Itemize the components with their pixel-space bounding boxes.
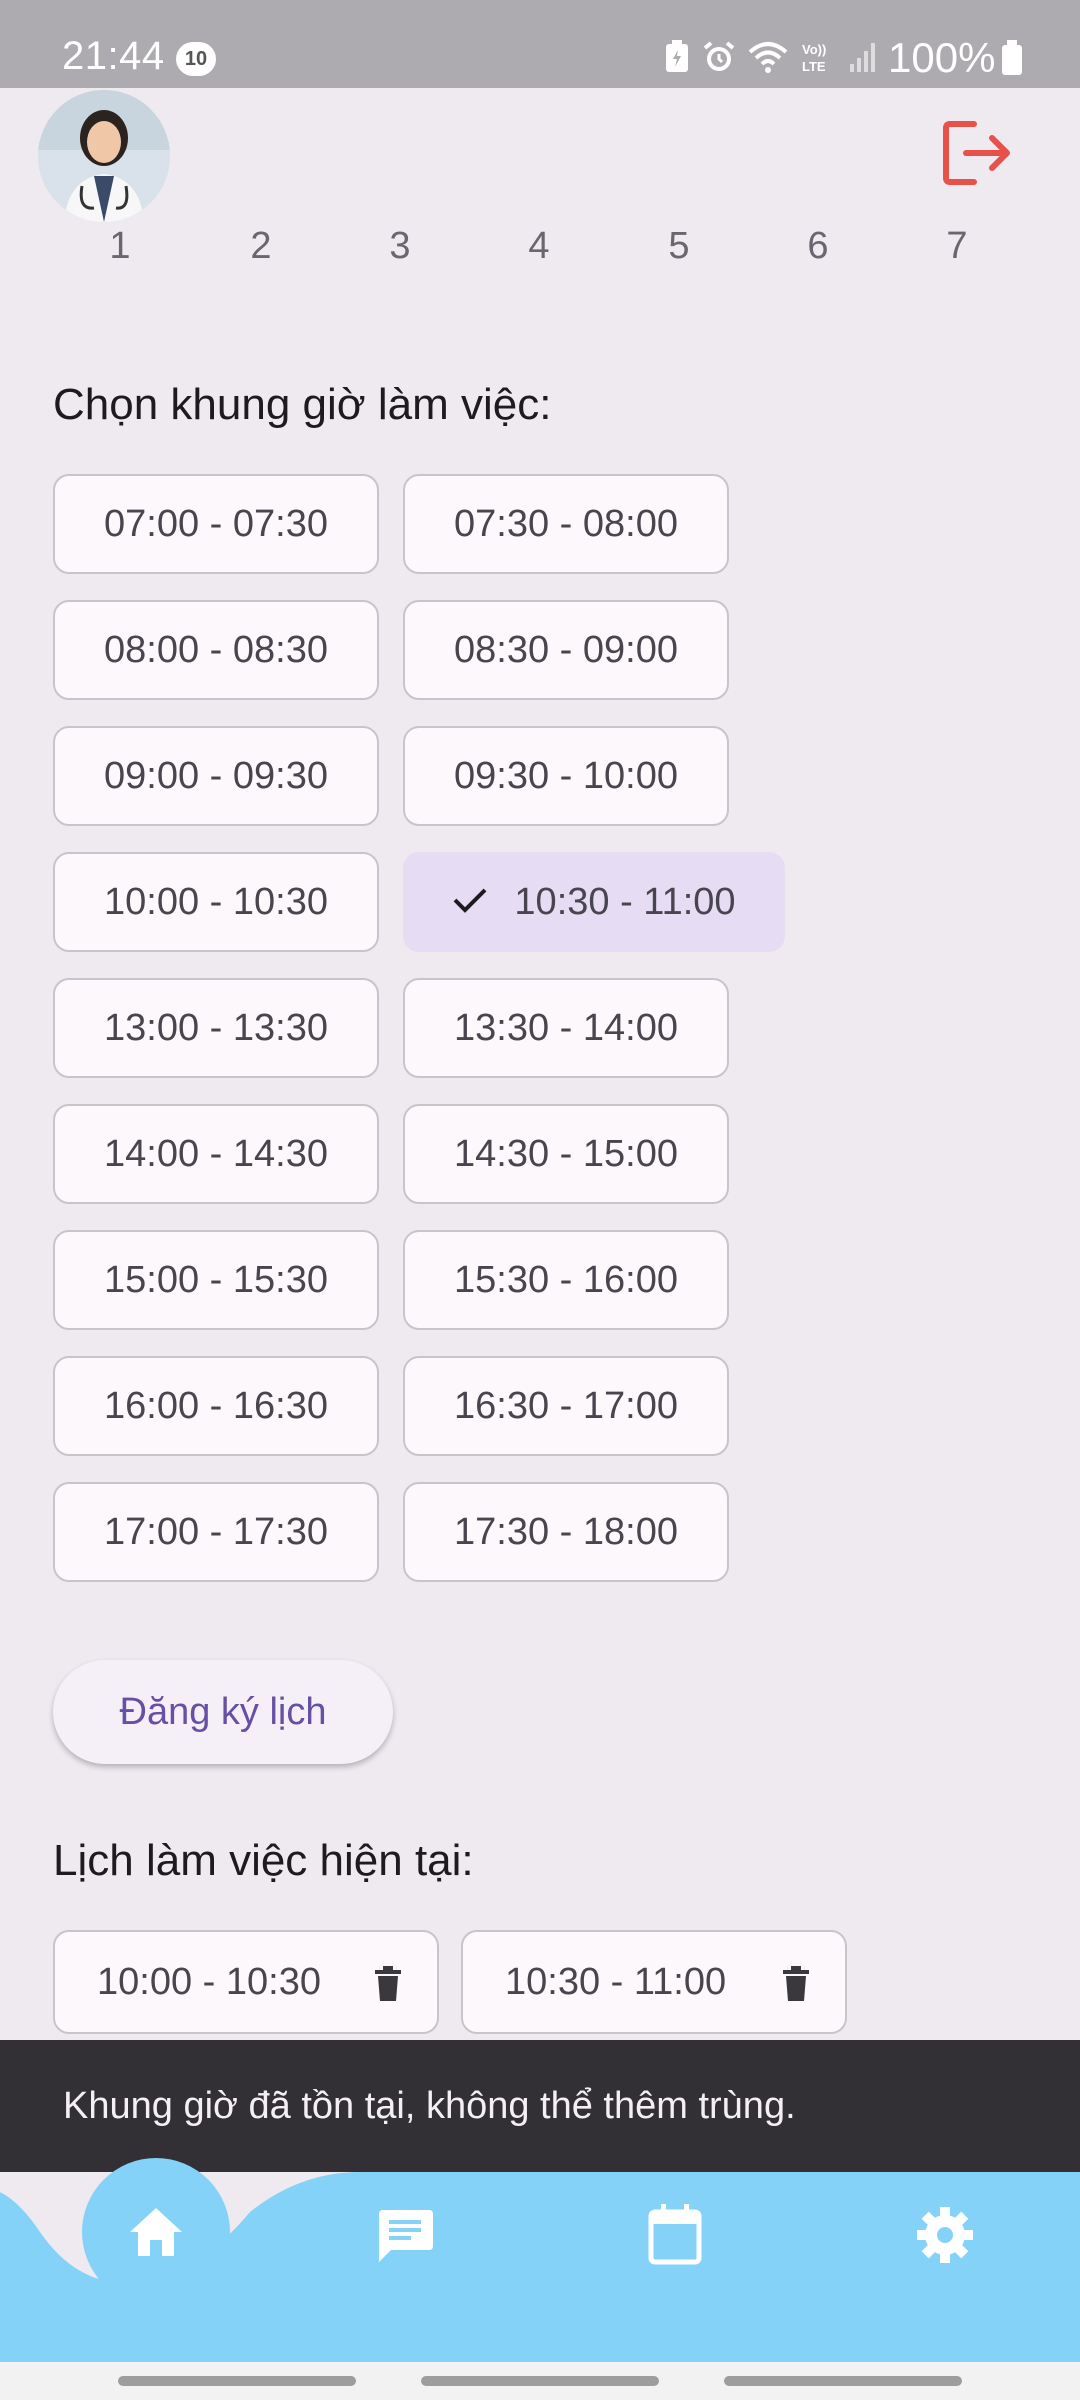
time-slot-label: 13:00 - 13:30 [104,1006,328,1049]
nav-settings-button[interactable] [910,2200,980,2270]
time-slot-chip[interactable]: 07:30 - 08:00 [403,474,729,574]
time-slot-chip[interactable]: 14:00 - 14:30 [53,1104,379,1204]
status-icons: Vo)) LTE [664,40,878,74]
nav-chat-button[interactable] [370,2200,440,2270]
doctor-avatar-image [38,90,170,222]
time-slot-chip[interactable]: 14:30 - 15:00 [403,1104,729,1204]
time-slot-label: 14:30 - 15:00 [454,1132,678,1175]
delete-icon[interactable] [373,1966,403,2012]
time-slot-chip[interactable]: 13:00 - 13:30 [53,978,379,1078]
time-slot-label: 07:00 - 07:30 [104,502,328,545]
calendar-icon [648,2204,702,2265]
day-6[interactable]: 6 [788,225,848,268]
logout-button[interactable] [940,118,1014,188]
time-slot-label: 16:00 - 16:30 [104,1384,328,1427]
time-slot-chip[interactable]: 08:00 - 08:30 [53,600,379,700]
signal-icon [850,43,875,72]
svg-text:Vo)): Vo)) [802,42,826,57]
time-slot-chip[interactable]: 07:00 - 07:30 [53,474,379,574]
wifi-icon [748,42,788,73]
time-slot-label: 14:00 - 14:30 [104,1132,328,1175]
day-5[interactable]: 5 [649,225,709,268]
avatar[interactable] [38,90,170,222]
volte-icon: Vo)) LTE [802,42,826,74]
schedule-chip: 10:00 - 10:30 [53,1930,439,2034]
gesture-handle[interactable] [421,2376,659,2386]
settings-icon [917,2207,973,2263]
current-schedule-title: Lịch làm việc hiện tại: [53,1836,474,1885]
time-slot-label: 15:30 - 16:00 [454,1258,678,1301]
time-slot-chip[interactable]: 08:30 - 09:00 [403,600,729,700]
time-slot-label: 17:30 - 18:00 [454,1510,678,1553]
time-slot-chip[interactable]: 15:00 - 15:30 [53,1230,379,1330]
current-schedule-list: 10:00 - 10:30 10:30 - 11:00 [53,1930,953,2034]
day-selector: 1 2 3 4 5 6 7 [0,225,1080,275]
alarm-icon [703,41,735,71]
time-slot-label: 09:30 - 10:00 [454,754,678,797]
check-icon [452,881,488,924]
logout-icon [943,121,1010,185]
time-slot-label: 07:30 - 08:00 [454,502,678,545]
schedule-chip: 10:30 - 11:00 [461,1930,847,2034]
time-slot-chip[interactable]: 15:30 - 16:00 [403,1230,729,1330]
time-slot-label: 08:30 - 09:00 [454,628,678,671]
time-slot-label: 10:30 - 11:00 [514,880,736,923]
schedule-chip-label: 10:00 - 10:30 [97,1960,321,2003]
snackbar-message: Khung giờ đã tồn tại, không thể thêm trù… [0,2040,1080,2172]
battery-percent: 100% [888,34,996,81]
register-schedule-button[interactable]: Đăng ký lịch [53,1660,393,1764]
day-7[interactable]: 7 [927,225,987,268]
time-slot-label: 10:00 - 10:30 [104,880,328,923]
time-slot-chip[interactable]: 09:30 - 10:00 [403,726,729,826]
delete-icon[interactable] [781,1966,811,2012]
time-slot-chip[interactable]: 10:00 - 10:30 [53,852,379,952]
home-icon [130,2208,182,2256]
battery-saver-icon [666,40,688,72]
system-gesture-bar [0,2362,1080,2400]
time-slot-label: 16:30 - 17:00 [454,1384,678,1427]
time-slot-chip[interactable]: 17:00 - 17:30 [53,1482,379,1582]
notification-count-badge: 10 [176,42,216,76]
battery-status: 100% [888,34,1023,82]
status-time: 21:44 [62,34,165,78]
time-slot-chip[interactable]: 09:00 - 09:30 [53,726,379,826]
nav-home-button[interactable] [82,2158,230,2306]
chat-icon [379,2210,433,2262]
time-slot-chip-selected[interactable]: 10:30 - 11:00 [403,852,785,952]
nav-calendar-button[interactable] [640,2200,710,2270]
slot-section-title: Chọn khung giờ làm việc: [53,380,552,429]
day-2[interactable]: 2 [231,225,291,268]
time-slot-chip[interactable]: 16:00 - 16:30 [53,1356,379,1456]
time-slot-chip[interactable]: 17:30 - 18:00 [403,1482,729,1582]
time-slot-label: 13:30 - 14:00 [454,1006,678,1049]
day-1[interactable]: 1 [90,225,150,268]
time-slot-label: 09:00 - 09:30 [104,754,328,797]
svg-text:LTE: LTE [802,59,826,74]
gesture-handle[interactable] [724,2376,962,2386]
schedule-chip-label: 10:30 - 11:00 [505,1960,727,2003]
time-slot-chip[interactable]: 13:30 - 14:00 [403,978,729,1078]
day-4[interactable]: 4 [509,225,569,268]
time-slot-label: 08:00 - 08:30 [104,628,328,671]
gesture-handle[interactable] [118,2376,356,2386]
time-slot-chip[interactable]: 16:30 - 17:00 [403,1356,729,1456]
time-slot-label: 15:00 - 15:30 [104,1258,328,1301]
day-3[interactable]: 3 [370,225,430,268]
battery-icon [1002,40,1023,75]
status-bar: 21:44 10 Vo)) LTE 100% [0,0,1080,88]
time-slot-label: 17:00 - 17:30 [104,1510,328,1553]
